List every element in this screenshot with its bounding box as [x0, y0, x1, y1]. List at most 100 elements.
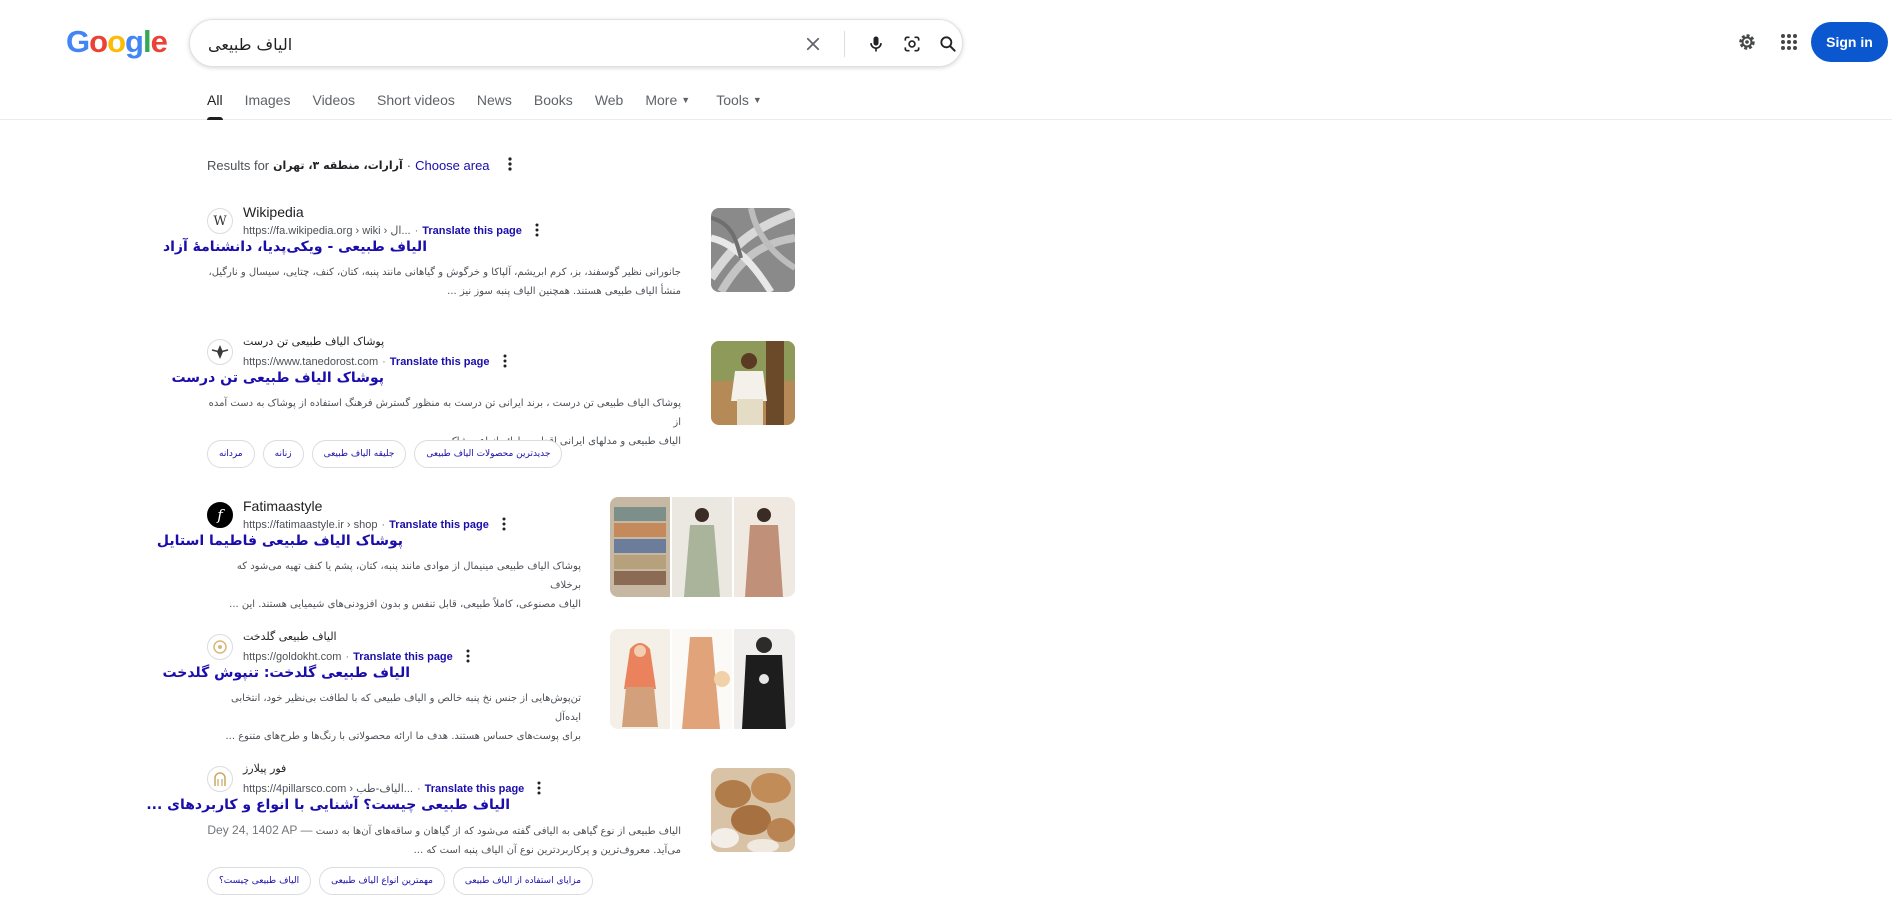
tab-label: Short videos	[377, 92, 455, 108]
snippet-text: الیاف طبیعی از نوع گیاهی به الیافی گفته …	[315, 826, 681, 837]
tab-label: Books	[533, 92, 573, 108]
site-favicon-icon: f	[207, 502, 233, 528]
top-header: Google Sign in All Images Videos Short v…	[0, 0, 1892, 120]
result-thumbnail-strip[interactable]	[610, 497, 795, 597]
result-thumbnail-strip[interactable]	[610, 629, 795, 729]
site-name: فور پیلارز	[243, 762, 287, 775]
apps-grid-icon[interactable]	[1777, 30, 1801, 54]
snippet-line: برای پوست‌های حساس هستند. هدف ما ارائه م…	[225, 731, 581, 742]
result-snippet: جانورانی نظیر گوسفند، بز، کرم ابریشم، آل…	[207, 263, 681, 301]
site-favicon-icon	[207, 634, 233, 660]
snippet-line: تن‌پوش‌هایی از جنس نخ پنبه خالص و الیاف …	[231, 693, 581, 723]
related-chip[interactable]: مهمترین انواع الیاف طبیعی	[319, 867, 445, 895]
snippet-line: الیاف طبیعی از نوع گیاهی به الیافی گفته …	[207, 821, 681, 841]
result-title-link[interactable]: الیاف طبیعی چیست؟ آشنایی با انواع و کارب…	[146, 797, 510, 813]
result-snippet: تن‌پوش‌هایی از جنس نخ پنبه خالص و الیاف …	[207, 689, 581, 746]
result-title-link[interactable]: پوشاک الیاف طبیعی فاطیما استایل	[157, 533, 403, 549]
tab-short-videos[interactable]: Short videos	[377, 92, 455, 120]
related-chip[interactable]: مردانه	[207, 440, 255, 468]
tab-web[interactable]: Web	[595, 92, 624, 120]
translate-link[interactable]: Translate this page	[425, 783, 525, 795]
translate-link[interactable]: Translate this page	[390, 356, 490, 368]
camera-lens-icon[interactable]	[900, 32, 924, 56]
result-thumbnail[interactable]	[711, 208, 795, 292]
url-text: https://fatimaastyle.ir › shop	[243, 519, 378, 531]
tab-label: News	[476, 92, 512, 108]
more-options-icon[interactable]	[466, 649, 470, 666]
logo-letter: l	[142, 24, 152, 59]
site-url: https://www.tanedorost.com · Translate thi…	[243, 354, 507, 371]
search-input[interactable]	[208, 32, 768, 56]
result-thumbnail[interactable]	[711, 341, 795, 425]
more-options-icon[interactable]	[537, 781, 541, 798]
tab-images[interactable]: Images	[245, 92, 291, 120]
location-separator: ·	[406, 158, 412, 173]
related-chip[interactable]: جلیقه الیاف طبیعی	[311, 440, 407, 468]
caret-down-icon: ▼	[681, 95, 691, 105]
snippet-line: پوشاک الیاف طبیعی تن درست ، برند ایرانی …	[208, 398, 681, 428]
result-thumbnail[interactable]	[711, 768, 795, 852]
translate-link[interactable]: Translate this page	[389, 519, 489, 531]
site-url: https://fatimaastyle.ir › shop · Translate…	[243, 517, 506, 534]
sign-in-button[interactable]: Sign in	[1811, 22, 1888, 62]
site-url: https://goldokht.com · Translate this page	[243, 649, 470, 666]
tab-tools[interactable]: Tools ▼	[716, 92, 762, 120]
result-chips: مزایای استفاده از الیاف طبیعی مهمترین ان…	[207, 867, 594, 895]
caret-down-icon: ▼	[752, 95, 762, 105]
site-name: الیاف طبیعی گلدخت	[243, 630, 337, 643]
result-title-link[interactable]: الیاف طبیعی - ویکی‌پدیا، دانشنامهٔ آزاد	[163, 239, 427, 255]
search-box	[189, 19, 963, 67]
result-chips: جدیدترین محصولات الیاف طبیعی جلیقه الیاف…	[207, 440, 563, 468]
snippet-line: الیاف مصنوعی، کاملاً طبیعی، قابل تنفس و …	[229, 599, 581, 610]
url-text: https://www.tanedorost.com	[243, 356, 379, 368]
close-icon[interactable]	[801, 32, 825, 56]
url-text: https://goldokht.com	[243, 651, 342, 663]
more-options-icon[interactable]	[502, 517, 506, 534]
site-name: Fatimaastyle	[243, 498, 323, 514]
related-chip[interactable]: مزایای استفاده از الیاف طبیعی	[452, 867, 594, 895]
related-chip[interactable]: الیاف طبیعی چیست؟	[207, 867, 312, 895]
gear-icon[interactable]	[1735, 30, 1759, 54]
site-url: https://4pillarsco.com › الیاف-طب... · Tra…	[243, 781, 541, 798]
tab-books[interactable]: Books	[534, 92, 573, 120]
tab-label: Images	[244, 92, 291, 108]
tab-label: Videos	[312, 92, 356, 108]
logo-letter: o	[89, 24, 108, 59]
url-separator: ·	[416, 783, 421, 795]
snippet-line: می‌آید. معروف‌ترین و پرکاربردترین نوع آن…	[413, 845, 681, 856]
search-icon[interactable]	[936, 32, 960, 56]
tab-all[interactable]: All	[207, 92, 223, 120]
logo-letter: g	[125, 24, 144, 59]
url-separator: ·	[414, 225, 419, 237]
site-url: https://fa.wikipedia.org › wiki › ال... ·…	[243, 223, 539, 240]
tab-more[interactable]: More ▼	[645, 92, 690, 120]
result-snippet: الیاف طبیعی از نوع گیاهی به الیافی گفته …	[207, 821, 681, 860]
more-options-icon[interactable]	[535, 223, 539, 240]
tab-label: Web	[594, 92, 624, 108]
more-options-icon[interactable]	[503, 354, 507, 371]
related-chip[interactable]: جدیدترین محصولات الیاف طبیعی	[414, 440, 563, 468]
choose-area-link[interactable]: Choose area	[415, 158, 489, 173]
snippet-line: منشأ الیاف طبیعی هستند. همچنین الیاف پنب…	[447, 286, 681, 297]
result-title-link[interactable]: الیاف طبیعی گلدخت: تنپوش گلدخت	[162, 665, 410, 681]
location-place: آرارات، منطقه ۳، تهران	[273, 159, 403, 172]
related-chip[interactable]: زنانه	[262, 440, 304, 468]
location-prefix: Results for	[207, 158, 270, 173]
tab-label: All	[207, 92, 223, 108]
site-favicon-icon	[207, 766, 233, 792]
url-separator: ·	[382, 356, 386, 368]
more-options-icon[interactable]	[507, 157, 512, 174]
translate-link[interactable]: Translate this page	[422, 225, 522, 237]
google-logo[interactable]: Google	[66, 24, 168, 60]
url-text: https://4pillarsco.com › الیاف-طب...	[243, 783, 413, 795]
snippet-line: پوشاک الیاف طبیعی مینیمال از موادی مانند…	[236, 561, 581, 591]
tab-news[interactable]: News	[477, 92, 512, 120]
logo-letter: G	[66, 24, 90, 59]
mic-icon[interactable]	[864, 32, 888, 56]
result-title-link[interactable]: پوشاک الیاف طبیعی تن درست	[171, 370, 384, 386]
site-favicon-icon	[207, 339, 233, 365]
tab-videos[interactable]: Videos	[312, 92, 355, 120]
logo-letter: e	[150, 24, 168, 59]
translate-link[interactable]: Translate this page	[353, 651, 453, 663]
tab-label: Tools	[716, 92, 749, 108]
